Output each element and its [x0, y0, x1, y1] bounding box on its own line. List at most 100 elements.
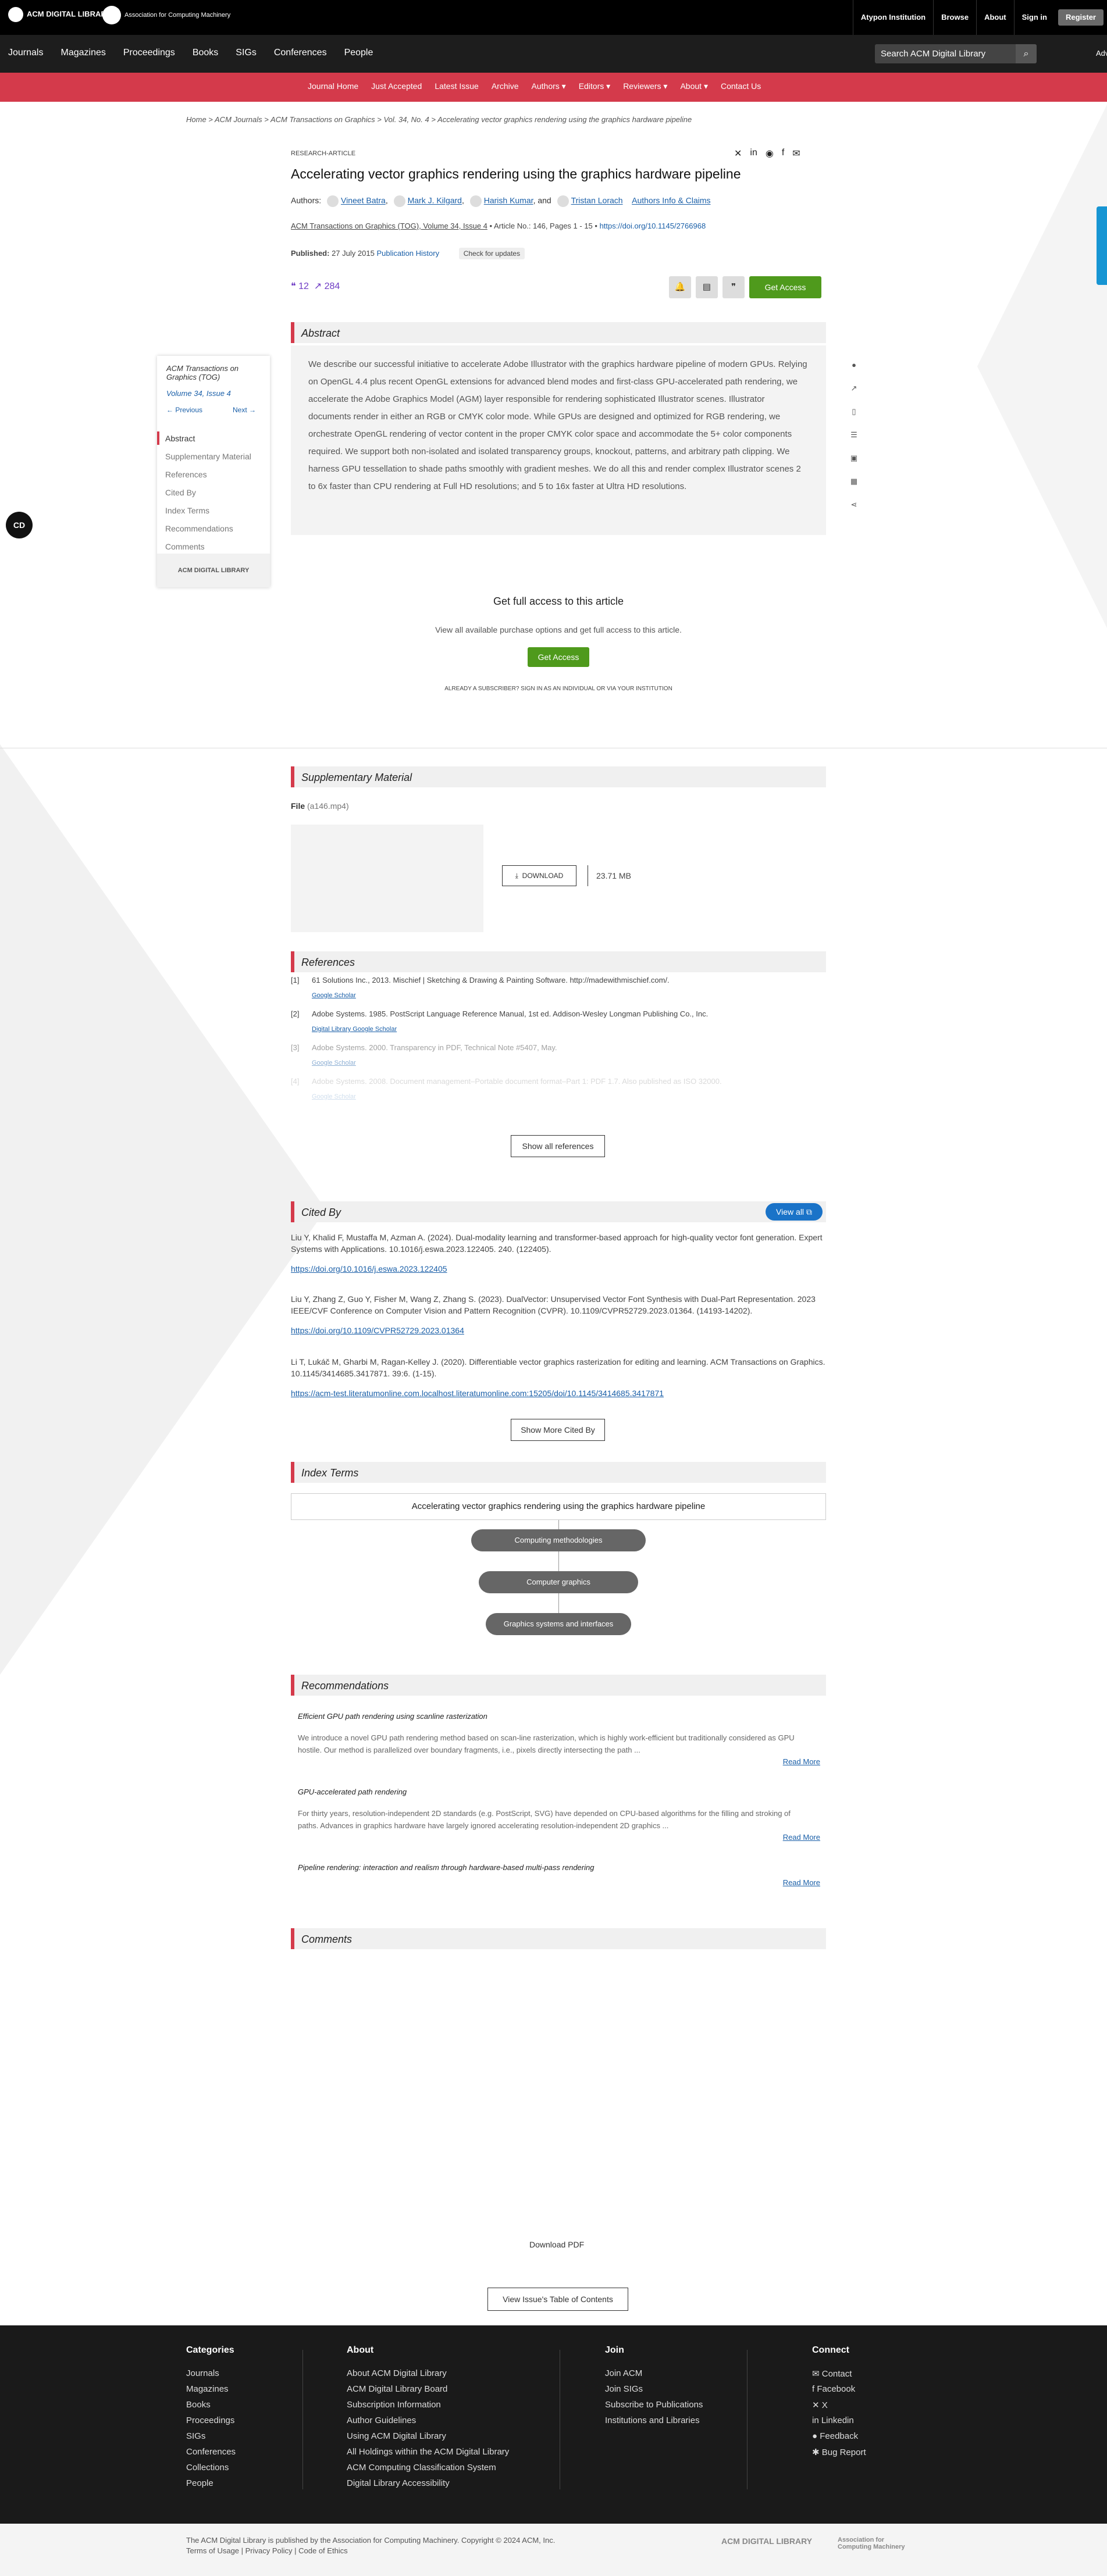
signin-text[interactable]: ALREADY A SUBSCRIBER? SIGN IN AS AN INDI…	[291, 686, 826, 692]
metrics-icon[interactable]: ↗	[848, 384, 860, 397]
journal-nav-just-accepted[interactable]: Just Accepted	[371, 81, 422, 91]
nav-books[interactable]: Books	[193, 48, 218, 58]
media-icon[interactable]: ▣	[848, 454, 860, 466]
footer-link[interactable]: Proceedings	[186, 2416, 236, 2431]
nav-proceedings[interactable]: Proceedings	[123, 48, 175, 58]
cited-link[interactable]: https://acm-test.literatumonline.com.loc…	[291, 1387, 826, 1399]
authors-info-link[interactable]: Authors Info & Claims	[632, 196, 710, 205]
show-more-cited-button[interactable]: Show More Cited By	[511, 1419, 605, 1441]
journal-nav-about[interactable]: About ▾	[680, 81, 708, 91]
show-all-references-button[interactable]: Show all references	[511, 1135, 605, 1157]
toc-item-recommendations[interactable]: Recommendations	[157, 522, 270, 535]
read-more-link[interactable]: Read More	[783, 1878, 820, 1887]
nav-magazines[interactable]: Magazines	[60, 48, 105, 58]
toc-item-abstract[interactable]: Abstract	[157, 431, 270, 445]
feedback-tab[interactable]	[1097, 206, 1107, 285]
footer-link[interactable]: Institutions and Libraries	[605, 2416, 703, 2431]
recommendation-title[interactable]: GPU-accelerated path rendering	[298, 1787, 407, 1796]
footer-link[interactable]: About ACM Digital Library	[347, 2368, 509, 2384]
cd-badge[interactable]: CD	[6, 512, 33, 538]
nav-sigs[interactable]: SIGs	[236, 48, 257, 58]
index-node[interactable]: Computing methodologies	[471, 1529, 646, 1551]
cited-link[interactable]: https://doi.org/10.1109/CVPR52729.2023.0…	[291, 1325, 826, 1336]
footer-link[interactable]: ACM Digital Library Board	[347, 2384, 509, 2400]
about-link[interactable]: About	[976, 0, 1014, 35]
email-share-icon[interactable]: ✉	[792, 148, 800, 159]
author-link[interactable]: Harish Kumar	[484, 196, 533, 205]
pdf-icon[interactable]: ▯	[848, 407, 860, 420]
institution-link[interactable]: Atypon Institution	[852, 0, 933, 35]
facebook-link[interactable]: f Facebook	[812, 2384, 866, 2400]
feedback-link[interactable]: ● Feedback	[812, 2431, 866, 2447]
footer-link[interactable]: Magazines	[186, 2384, 236, 2400]
reference-links[interactable]: Google Scholar	[312, 992, 356, 999]
journal-nav-latest-issue[interactable]: Latest Issue	[435, 81, 479, 91]
view-all-button[interactable]: View all ⧉	[766, 1203, 823, 1221]
recommendation-title[interactable]: Pipeline rendering: interaction and real…	[298, 1863, 594, 1872]
toc-journal[interactable]: ACM Transactions on Graphics (TOG)	[166, 364, 265, 381]
cited-link[interactable]: https://doi.org/10.1016/j.eswa.2023.1224…	[291, 1263, 826, 1275]
footer-link[interactable]: Conferences	[186, 2447, 236, 2463]
author-link[interactable]: Tristan Lorach	[571, 196, 623, 205]
cite-quote-icon[interactable]: ❞	[722, 276, 745, 298]
publication-history-link[interactable]: Publication History	[376, 249, 439, 258]
search-input[interactable]: Search ACM Digital Library ⌕	[875, 44, 1037, 63]
view-toc-button[interactable]: View Issue's Table of Contents	[487, 2288, 628, 2311]
share-icon[interactable]: ⋖	[848, 500, 860, 513]
read-more-link[interactable]: Read More	[783, 1833, 820, 1842]
footer-link[interactable]: Subscription Information	[347, 2400, 509, 2416]
legal-links[interactable]: Terms of Usage | Privacy Policy | Code o…	[186, 2546, 555, 2556]
author-link[interactable]: Vineet Batra	[341, 196, 386, 205]
footer-link[interactable]: Author Guidelines	[347, 2416, 509, 2431]
get-access-button-2[interactable]: Get Access	[527, 647, 590, 667]
acm-dl-logo[interactable]: ACM DIGITAL LIBRARY	[8, 7, 111, 22]
footer-link[interactable]: ACM Computing Classification System	[347, 2463, 509, 2478]
journal-nav-reviewers[interactable]: Reviewers ▾	[623, 81, 667, 91]
footer-link[interactable]: Journals	[186, 2368, 236, 2384]
recommendation-title[interactable]: Efficient GPU path rendering using scanl…	[298, 1712, 487, 1721]
footer-link[interactable]: All Holdings within the ACM Digital Libr…	[347, 2447, 509, 2463]
contact-link[interactable]: ✉ Contact	[812, 2368, 866, 2384]
footer-link[interactable]: People	[186, 2478, 236, 2494]
toc-item-references[interactable]: References	[157, 468, 270, 481]
check-updates-button[interactable]: Check for updates	[458, 248, 525, 259]
citation-count[interactable]: 12	[298, 281, 309, 291]
toc-item-comments[interactable]: Comments	[157, 540, 270, 553]
author-link[interactable]: Mark J. Kilgard	[408, 196, 462, 205]
nav-people[interactable]: People	[344, 48, 373, 58]
journal-nav-authors[interactable]: Authors ▾	[532, 81, 566, 91]
previous-link[interactable]: ← Previous	[166, 406, 202, 414]
reference-links[interactable]: Google Scholar	[312, 1093, 356, 1100]
index-node[interactable]: Computer graphics	[479, 1571, 638, 1593]
bug-report-link[interactable]: ✱ Bug Report	[812, 2447, 866, 2463]
footer-link[interactable]: Subscribe to Publications	[605, 2400, 703, 2416]
index-node[interactable]: Graphics systems and interfaces	[486, 1613, 631, 1635]
save-folder-icon[interactable]: ▤	[696, 276, 718, 298]
download-pdf-link[interactable]: Download PDF	[529, 2240, 584, 2249]
linkedin-share-icon[interactable]: in	[750, 148, 757, 159]
download-button[interactable]: ⤓ DOWNLOAD	[502, 865, 576, 886]
journal-link[interactable]: ACM Transactions on Graphics (TOG), Volu…	[291, 222, 487, 230]
facebook-share-icon[interactable]: f	[782, 148, 784, 159]
video-player[interactable]	[291, 825, 483, 932]
footer-link[interactable]: Collections	[186, 2463, 236, 2478]
doi-link[interactable]: https://doi.org/10.1145/2766968	[600, 222, 706, 230]
sign-in-link[interactable]: Sign in	[1013, 0, 1055, 35]
references-icon[interactable]: ☰	[848, 430, 860, 443]
footer-link[interactable]: SIGs	[186, 2431, 236, 2447]
download-count[interactable]: 284	[325, 281, 340, 291]
linkedin-link[interactable]: in Linkedin	[812, 2416, 866, 2431]
info-icon[interactable]: ●	[848, 361, 860, 373]
footer-link[interactable]: Using ACM Digital Library	[347, 2431, 509, 2447]
browse-link[interactable]: Browse	[933, 0, 976, 35]
footer-link[interactable]: Digital Library Accessibility	[347, 2478, 509, 2494]
search-icon[interactable]: ⌕	[1016, 44, 1037, 63]
toc-item-index-terms[interactable]: Index Terms	[157, 504, 270, 517]
journal-nav-contact[interactable]: Contact Us	[721, 81, 761, 91]
toc-item-cited-by[interactable]: Cited By	[157, 486, 270, 499]
journal-nav-archive[interactable]: Archive	[492, 81, 519, 91]
reference-links[interactable]: Digital Library Google Scholar	[312, 1026, 397, 1033]
footer-link[interactable]: Join ACM	[605, 2368, 703, 2384]
x-share-icon[interactable]: ✕	[734, 148, 742, 159]
alert-bell-icon[interactable]: 🔔	[669, 276, 691, 298]
